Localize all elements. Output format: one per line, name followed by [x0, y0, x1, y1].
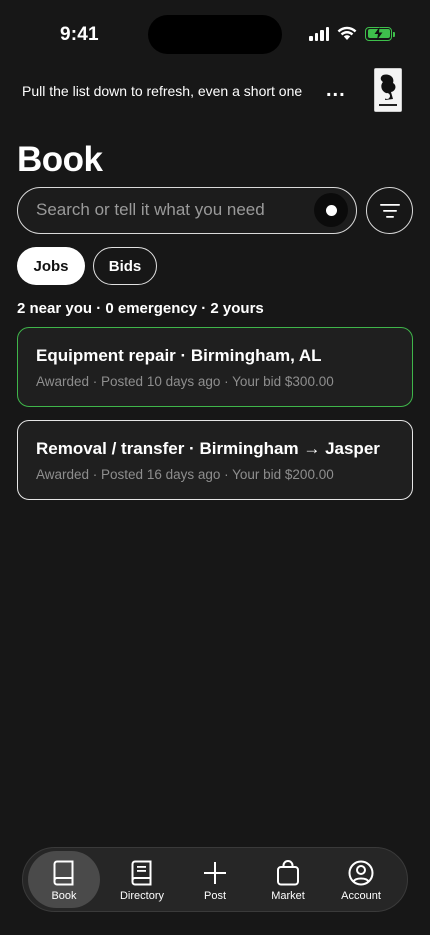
app-screen: 9:41 Pull the list down to refresh, even…	[0, 0, 430, 935]
job-title: Equipment repair · Birmingham, AL	[36, 346, 322, 365]
search-bar[interactable]	[17, 187, 357, 234]
job-card[interactable]: Removal / transfer · Birmingham → Jasper…	[17, 420, 413, 500]
banner-text: Pull the list down to refresh, even a sh…	[22, 83, 303, 99]
job-meta: Awarded · Posted 16 days ago · Your bid …	[36, 467, 334, 482]
tab-label: Account	[341, 890, 381, 902]
tab-book[interactable]: Book	[28, 851, 100, 908]
directory-icon	[131, 860, 152, 886]
status-bar: 9:41	[0, 0, 430, 62]
tab-post[interactable]: Post	[179, 851, 251, 908]
jobs-summary: 2 near you · 0 emergency · 2 yours	[17, 300, 264, 317]
bag-icon	[277, 860, 299, 886]
tab-label: Book	[51, 890, 77, 902]
signal-icon	[309, 26, 329, 41]
more-options-button[interactable]: ...	[326, 80, 346, 100]
plus-icon	[204, 862, 226, 884]
refresh-hint-banner: Pull the list down to refresh, even a sh…	[0, 62, 430, 122]
account-icon	[348, 860, 374, 886]
book-cover-icon[interactable]	[374, 68, 402, 112]
bottom-tab-bar: Book Directory Post Market Account	[22, 847, 408, 912]
battery-charging-icon	[365, 26, 395, 41]
tab-label: Post	[203, 890, 226, 902]
book-icon	[53, 860, 74, 886]
status-time: 9:41	[60, 24, 99, 45]
page-title: Book	[17, 140, 103, 179]
filter-icon	[379, 203, 400, 218]
tab-label: Market	[271, 890, 305, 902]
record-icon	[325, 204, 337, 216]
voice-input-button[interactable]	[314, 193, 348, 227]
job-card[interactable]: Equipment repair · Birmingham, AL Awarde…	[17, 327, 413, 407]
tab-account[interactable]: Account	[325, 851, 397, 908]
segment-bids[interactable]: Bids	[93, 247, 157, 285]
dynamic-island	[148, 15, 282, 54]
job-meta: Awarded · Posted 10 days ago · Your bid …	[36, 374, 334, 389]
wifi-icon	[337, 26, 357, 40]
tab-label: Directory	[119, 890, 164, 902]
segment-jobs[interactable]: Jobs	[17, 247, 85, 285]
tab-directory[interactable]: Directory	[106, 851, 178, 908]
filter-button[interactable]	[366, 187, 413, 234]
tab-market[interactable]: Market	[252, 851, 324, 908]
job-title: Removal / transfer · Birmingham → Jasper	[36, 439, 380, 458]
status-icons	[309, 26, 395, 41]
search-input[interactable]	[36, 188, 306, 232]
